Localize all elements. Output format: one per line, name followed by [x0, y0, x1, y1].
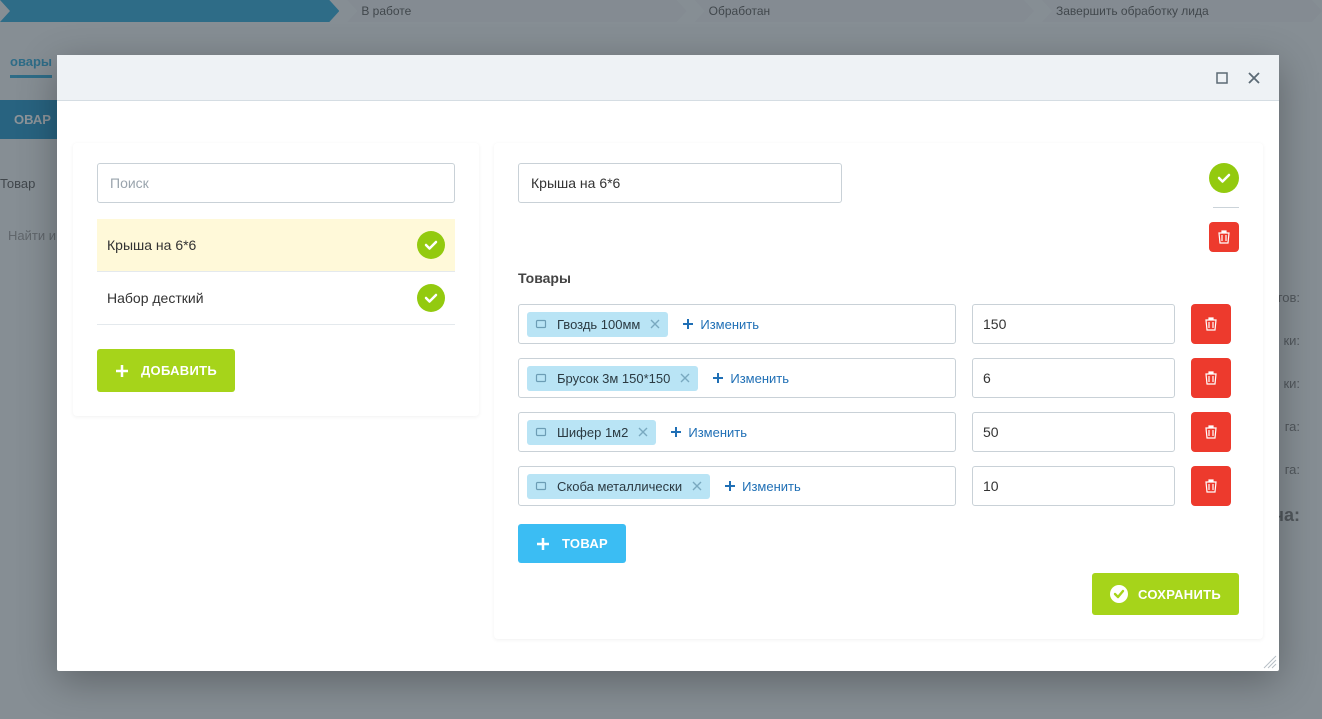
product-sets-modal: Крыша на 6*6 Набор десткий ДОБАВИТЬ: [57, 55, 1279, 671]
save-row: СОХРАНИТЬ: [518, 573, 1239, 615]
product-chip: Шифер 1м2: [527, 420, 656, 445]
delete-row-button[interactable]: [1191, 412, 1231, 452]
product-row: Брусок 3м 150*150 Изменить: [518, 358, 1239, 398]
product-chip: Гвоздь 100мм: [527, 312, 668, 337]
product-chip-field[interactable]: Скоба металлически Изменить: [518, 466, 956, 506]
product-chip-field[interactable]: Шифер 1м2 Изменить: [518, 412, 956, 452]
quantity-input[interactable]: [972, 466, 1175, 506]
product-row: Гвоздь 100мм Изменить: [518, 304, 1239, 344]
resize-handle[interactable]: [1263, 655, 1277, 669]
change-product-link[interactable]: Изменить: [670, 425, 747, 440]
change-product-link[interactable]: Изменить: [682, 317, 759, 332]
set-item[interactable]: Набор десткий: [97, 272, 455, 325]
set-item-name: Набор десткий: [107, 290, 204, 306]
product-rows: Гвоздь 100мм Изменить: [518, 304, 1239, 506]
tag-icon: [535, 426, 547, 438]
change-product-link[interactable]: Изменить: [712, 371, 789, 386]
product-chip-label: Скоба металлически: [557, 479, 682, 494]
chip-remove-icon[interactable]: [692, 481, 702, 491]
change-product-link[interactable]: Изменить: [724, 479, 801, 494]
tag-icon: [535, 318, 547, 330]
product-chip-label: Брусок 3м 150*150: [557, 371, 670, 386]
product-chip-field[interactable]: Брусок 3м 150*150 Изменить: [518, 358, 956, 398]
delete-row-button[interactable]: [1191, 358, 1231, 398]
product-chip-label: Шифер 1м2: [557, 425, 628, 440]
set-item[interactable]: Крыша на 6*6: [97, 219, 455, 272]
product-chip-field[interactable]: Гвоздь 100мм Изменить: [518, 304, 956, 344]
check-circle-icon: [1110, 585, 1128, 603]
chip-remove-icon[interactable]: [650, 319, 660, 329]
delete-set-button[interactable]: [1209, 222, 1239, 252]
set-title-input[interactable]: [518, 163, 842, 203]
add-product-label: ТОВАР: [562, 536, 608, 551]
quantity-input[interactable]: [972, 304, 1175, 344]
search-input[interactable]: [97, 163, 455, 203]
quantity-input[interactable]: [972, 412, 1175, 452]
sets-panel: Крыша на 6*6 Набор десткий ДОБАВИТЬ: [73, 143, 479, 416]
divider: [1213, 207, 1239, 208]
editor-top-row: [518, 163, 1239, 252]
products-section-label: Товары: [518, 270, 1239, 286]
product-chip: Брусок 3м 150*150: [527, 366, 698, 391]
set-item-name: Крыша на 6*6: [107, 237, 196, 253]
product-chip: Скоба металлически: [527, 474, 710, 499]
add-set-button[interactable]: ДОБАВИТЬ: [97, 349, 235, 392]
modal-body: Крыша на 6*6 Набор десткий ДОБАВИТЬ: [57, 101, 1279, 671]
add-product-button[interactable]: ТОВАР: [518, 524, 626, 563]
close-icon[interactable]: [1247, 71, 1261, 85]
quantity-input[interactable]: [972, 358, 1175, 398]
modal-header: [57, 55, 1279, 101]
sets-list: Крыша на 6*6 Набор десткий: [97, 219, 455, 325]
tag-icon: [535, 372, 547, 384]
save-label: СОХРАНИТЬ: [1138, 587, 1221, 602]
editor-side-actions: [1209, 163, 1239, 252]
check-circle-icon[interactable]: [417, 231, 445, 259]
check-circle-icon[interactable]: [417, 284, 445, 312]
chip-remove-icon[interactable]: [680, 373, 690, 383]
product-row: Шифер 1м2 Изменить: [518, 412, 1239, 452]
product-row: Скоба металлически Изменить: [518, 466, 1239, 506]
save-button[interactable]: СОХРАНИТЬ: [1092, 573, 1239, 615]
add-set-label: ДОБАВИТЬ: [141, 363, 217, 378]
chip-remove-icon[interactable]: [638, 427, 648, 437]
delete-row-button[interactable]: [1191, 466, 1231, 506]
delete-row-button[interactable]: [1191, 304, 1231, 344]
tag-icon: [535, 480, 547, 492]
set-editor-panel: Товары Гвоздь 100мм Изменить: [494, 143, 1263, 639]
maximize-icon[interactable]: [1215, 71, 1229, 85]
product-chip-label: Гвоздь 100мм: [557, 317, 640, 332]
apply-button[interactable]: [1209, 163, 1239, 193]
